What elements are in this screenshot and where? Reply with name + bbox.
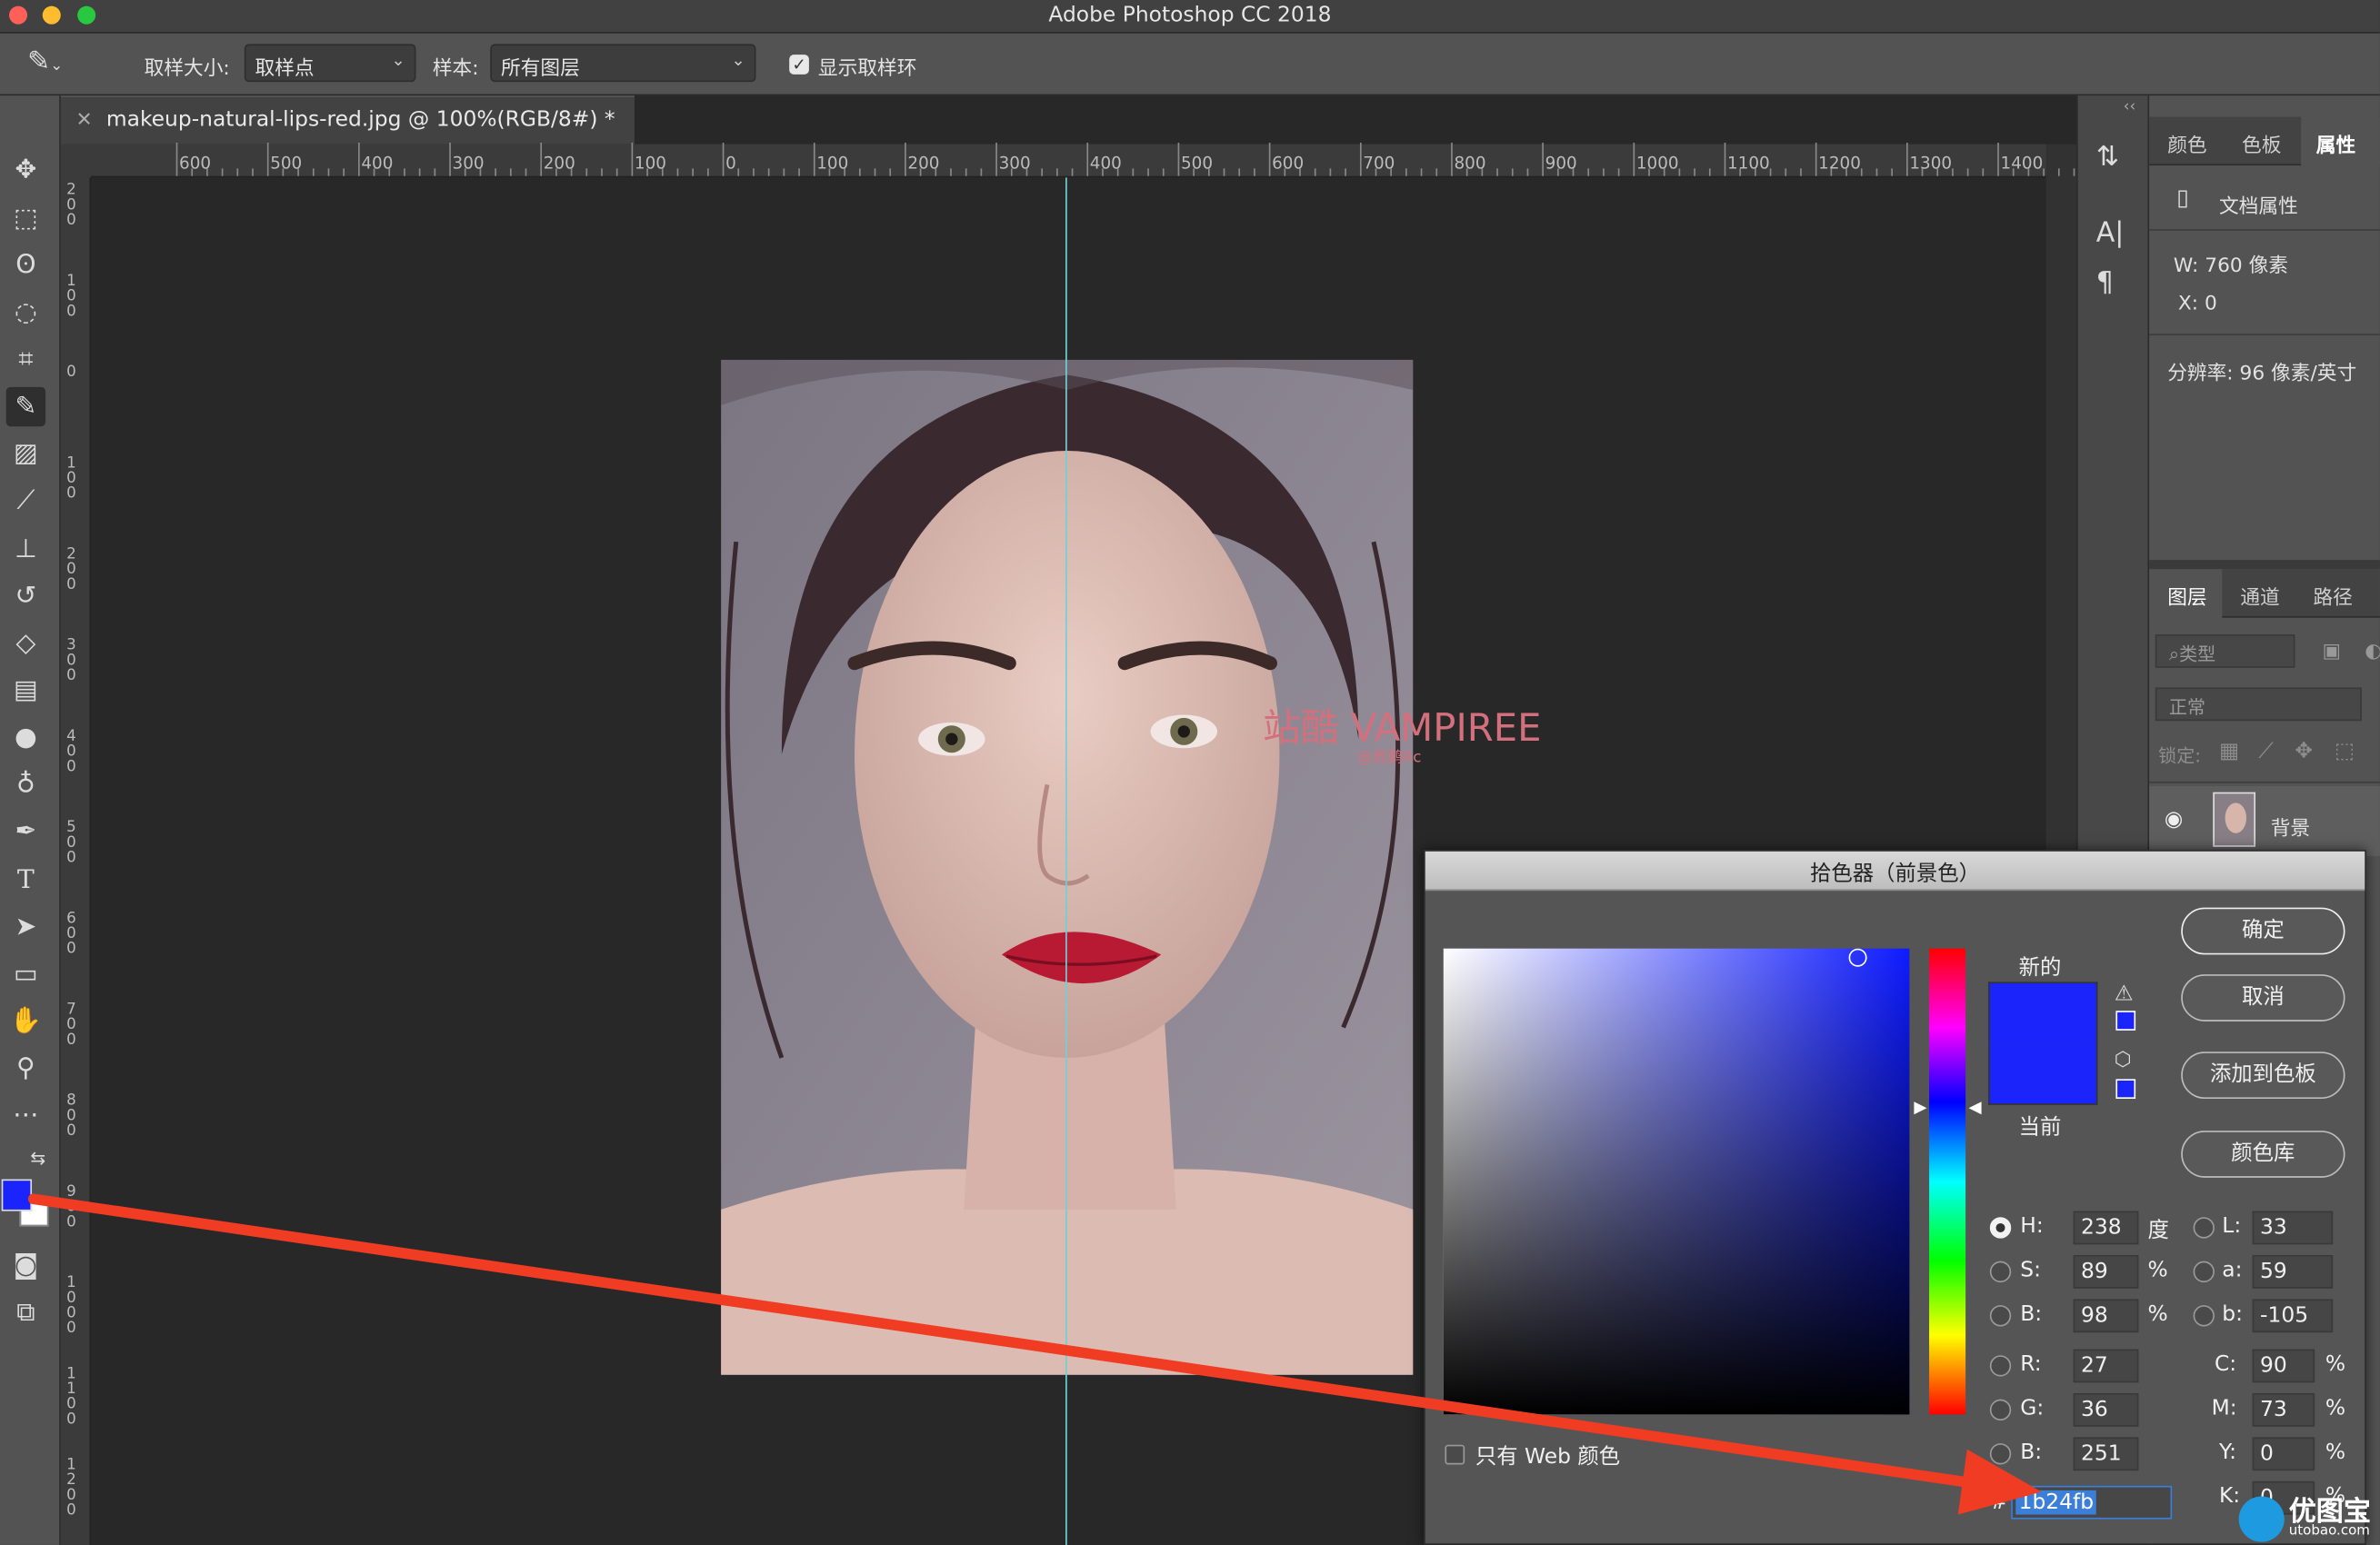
logo-subtext: utobao.com [2288,1523,2370,1540]
bird-logo-icon [2238,1496,2285,1542]
utobao-logo: 优图宝 utobao.com [2238,1488,2380,1545]
annotation-arrow [27,1193,2042,1515]
